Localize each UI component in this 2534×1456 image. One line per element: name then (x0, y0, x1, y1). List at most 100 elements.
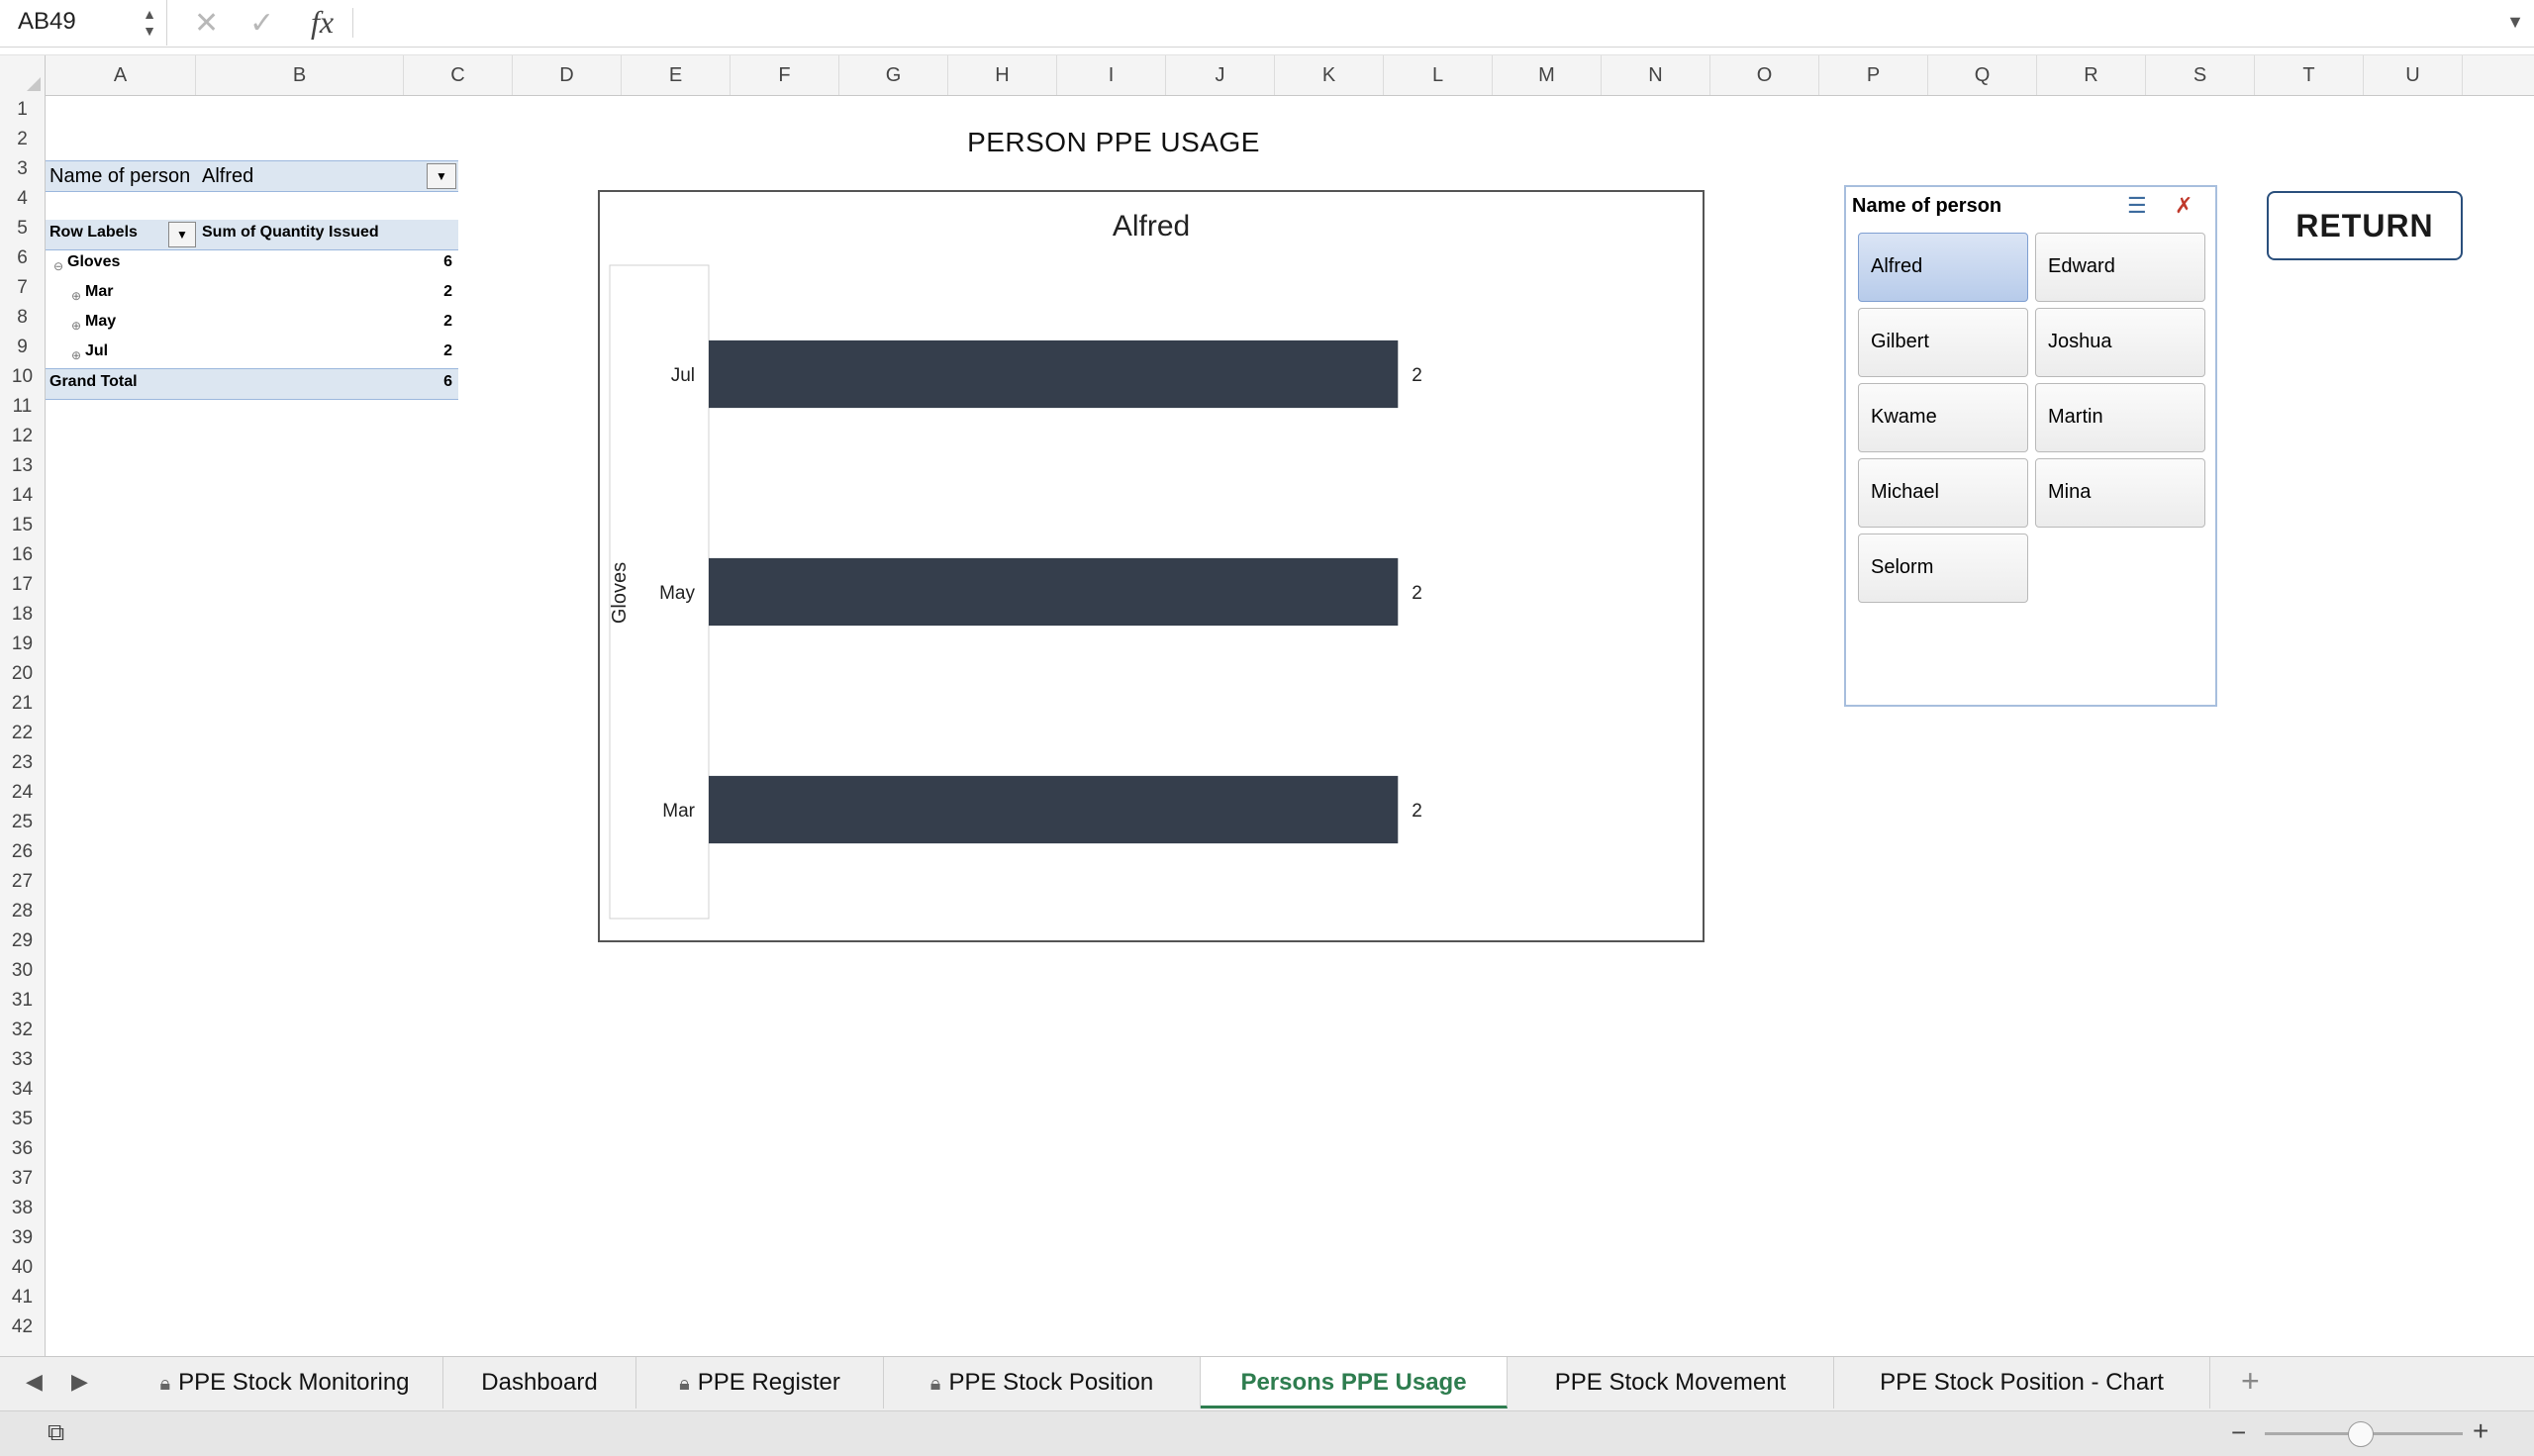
row-header[interactable]: 14 (0, 481, 45, 511)
slicer-item-selorm[interactable]: Selorm (1858, 534, 2028, 603)
confirm-icon[interactable]: ✓ (249, 6, 274, 41)
row-header[interactable]: 28 (0, 897, 45, 926)
row-header[interactable]: 15 (0, 511, 45, 540)
row-header[interactable]: 26 (0, 837, 45, 867)
slicer-item-alfred[interactable]: Alfred (1858, 233, 2028, 302)
row-header[interactable]: 30 (0, 956, 45, 986)
column-header[interactable]: O (1710, 55, 1819, 95)
zoom-out-icon[interactable]: − (2231, 1417, 2246, 1448)
slicer-item-joshua[interactable]: Joshua (2035, 308, 2205, 377)
expand-formula-bar-icon[interactable]: ▼ (2506, 12, 2524, 33)
column-header[interactable]: C (404, 55, 513, 95)
sheet-tab[interactable]: Dashboard (443, 1357, 636, 1408)
sheet-tab[interactable]: PPE Stock Movement (1508, 1357, 1834, 1408)
return-button[interactable]: RETURN (2267, 191, 2463, 260)
column-header[interactable]: F (731, 55, 839, 95)
row-header[interactable]: 42 (0, 1312, 45, 1342)
row-header[interactable]: 32 (0, 1016, 45, 1045)
column-header[interactable]: J (1166, 55, 1275, 95)
row-header[interactable]: 35 (0, 1105, 45, 1134)
row-header[interactable]: 40 (0, 1253, 45, 1283)
select-all-corner[interactable] (0, 55, 46, 95)
name-box[interactable]: AB49 ▲ ▼ (0, 0, 167, 46)
cell-reference[interactable]: AB49 (18, 8, 76, 36)
row-header[interactable]: 38 (0, 1194, 45, 1223)
row-header[interactable]: 36 (0, 1134, 45, 1164)
expand-icon[interactable]: ⊕ (71, 348, 81, 362)
prev-sheet-icon[interactable]: ◀ (26, 1369, 43, 1395)
row-header[interactable]: 34 (0, 1075, 45, 1105)
bar-jul[interactable] (709, 340, 1399, 409)
sheet-tab[interactable]: 🔒︎ PPE Register (636, 1357, 884, 1408)
row-header[interactable]: 27 (0, 867, 45, 897)
name-box-stepper-icon[interactable]: ▲ ▼ (143, 6, 156, 40)
row-header[interactable]: 18 (0, 600, 45, 630)
slicer-item-gilbert[interactable]: Gilbert (1858, 308, 2028, 377)
row-header[interactable]: 13 (0, 451, 45, 481)
row-header[interactable]: 39 (0, 1223, 45, 1253)
row-header[interactable]: 6 (0, 243, 45, 273)
sheet-tab[interactable]: PPE Stock Position - Chart (1834, 1357, 2210, 1408)
row-header[interactable]: 41 (0, 1283, 45, 1312)
row-header[interactable]: 16 (0, 540, 45, 570)
column-header[interactable]: A (46, 55, 196, 95)
page-layout-icon[interactable]: ⧉ (48, 1419, 64, 1447)
column-header[interactable]: L (1384, 55, 1493, 95)
slicer-item-michael[interactable]: Michael (1858, 458, 2028, 528)
bar-chart[interactable]: Alfred Gloves Jul 2 May 2 Mar 2 (598, 190, 1705, 942)
expand-icon[interactable]: ⊕ (71, 319, 81, 333)
row-header[interactable]: 19 (0, 630, 45, 659)
row-labels-dropdown-icon[interactable]: ▼ (168, 222, 196, 247)
column-header[interactable]: U (2364, 55, 2463, 95)
row-header[interactable]: 24 (0, 778, 45, 808)
row-header[interactable]: 4 (0, 184, 45, 214)
zoom-slider-thumb[interactable] (2348, 1421, 2374, 1447)
row-header[interactable]: 10 (0, 362, 45, 392)
cancel-icon[interactable]: ✕ (194, 6, 219, 41)
column-header[interactable]: K (1275, 55, 1384, 95)
row-header[interactable]: 17 (0, 570, 45, 600)
column-header[interactable]: R (2037, 55, 2146, 95)
column-header[interactable]: H (948, 55, 1057, 95)
row-header[interactable]: 12 (0, 422, 45, 451)
column-header[interactable]: P (1819, 55, 1928, 95)
row-header[interactable]: 2 (0, 125, 45, 154)
row-header[interactable]: 8 (0, 303, 45, 333)
column-header[interactable]: M (1493, 55, 1602, 95)
row-header[interactable]: 7 (0, 273, 45, 303)
insert-function-icon[interactable]: fx (311, 4, 334, 41)
expand-icon[interactable]: ⊕ (71, 289, 81, 303)
next-sheet-icon[interactable]: ▶ (71, 1369, 88, 1395)
column-header[interactable]: Q (1928, 55, 2037, 95)
row-header[interactable]: 1 (0, 95, 45, 125)
zoom-in-icon[interactable]: + (2473, 1415, 2488, 1447)
column-header[interactable]: B (196, 55, 404, 95)
collapse-icon[interactable]: ⊖ (53, 259, 63, 273)
row-header[interactable]: 23 (0, 748, 45, 778)
bar-may[interactable] (709, 557, 1399, 627)
column-header[interactable]: N (1602, 55, 1710, 95)
row-header[interactable]: 22 (0, 719, 45, 748)
slicer-item-martin[interactable]: Martin (2035, 383, 2205, 452)
sheet-tab[interactable]: Persons PPE Usage (1201, 1357, 1508, 1408)
row-header[interactable]: 20 (0, 659, 45, 689)
row-header[interactable]: 33 (0, 1045, 45, 1075)
row-header[interactable]: 25 (0, 808, 45, 837)
sheet-tab[interactable]: 🔒︎ PPE Stock Monitoring (127, 1357, 443, 1408)
row-header[interactable]: 31 (0, 986, 45, 1016)
column-header[interactable]: D (513, 55, 622, 95)
slicer-item-edward[interactable]: Edward (2035, 233, 2205, 302)
row-header[interactable]: 11 (0, 392, 45, 422)
row-header[interactable]: 29 (0, 926, 45, 956)
row-header[interactable]: 37 (0, 1164, 45, 1194)
row-header[interactable]: 21 (0, 689, 45, 719)
bar-mar[interactable] (709, 775, 1399, 844)
sheet-tab[interactable]: 🔒︎ PPE Stock Position (884, 1357, 1201, 1408)
row-header[interactable]: 5 (0, 214, 45, 243)
column-header[interactable]: I (1057, 55, 1166, 95)
column-header[interactable]: E (622, 55, 731, 95)
slicer-item-kwame[interactable]: Kwame (1858, 383, 2028, 452)
row-header[interactable]: 3 (0, 154, 45, 184)
multi-select-icon[interactable]: ☰ (2127, 193, 2147, 219)
column-header[interactable]: S (2146, 55, 2255, 95)
